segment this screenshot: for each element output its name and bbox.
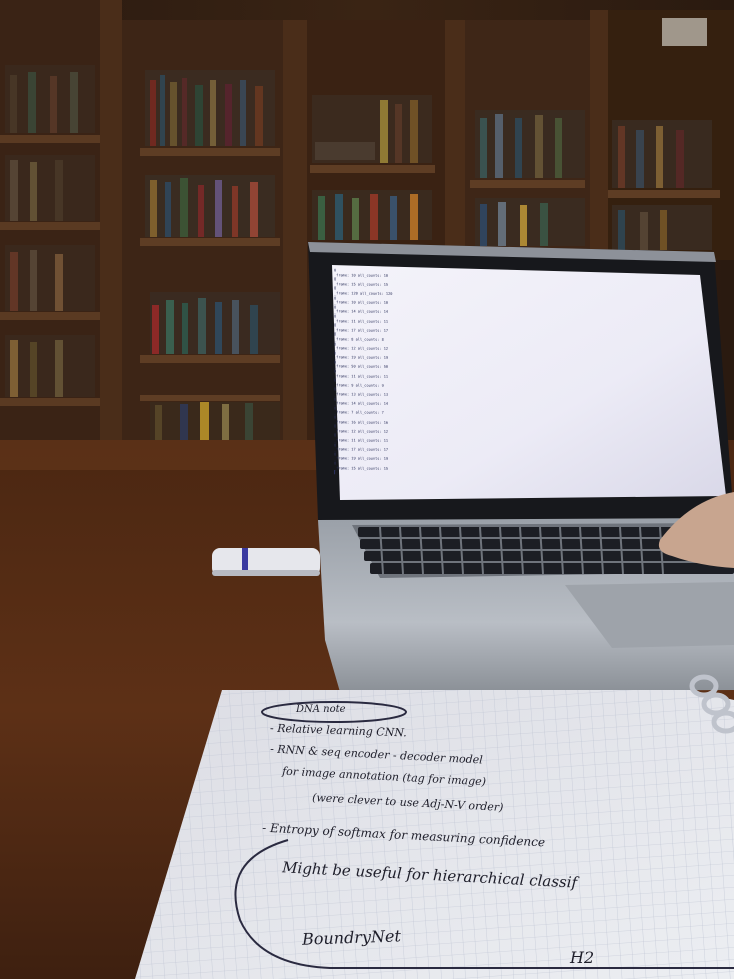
terminal-output: 0 _frame: 10 all_counts: 10 8 _frame: 15 al…: [334, 268, 714, 501]
note-line: H2: [570, 948, 595, 967]
usb-drive: [212, 548, 320, 576]
notebook: [135, 674, 734, 979]
note-line: BoundryNet: [301, 926, 402, 949]
note-heading: DNA note: [296, 704, 346, 715]
